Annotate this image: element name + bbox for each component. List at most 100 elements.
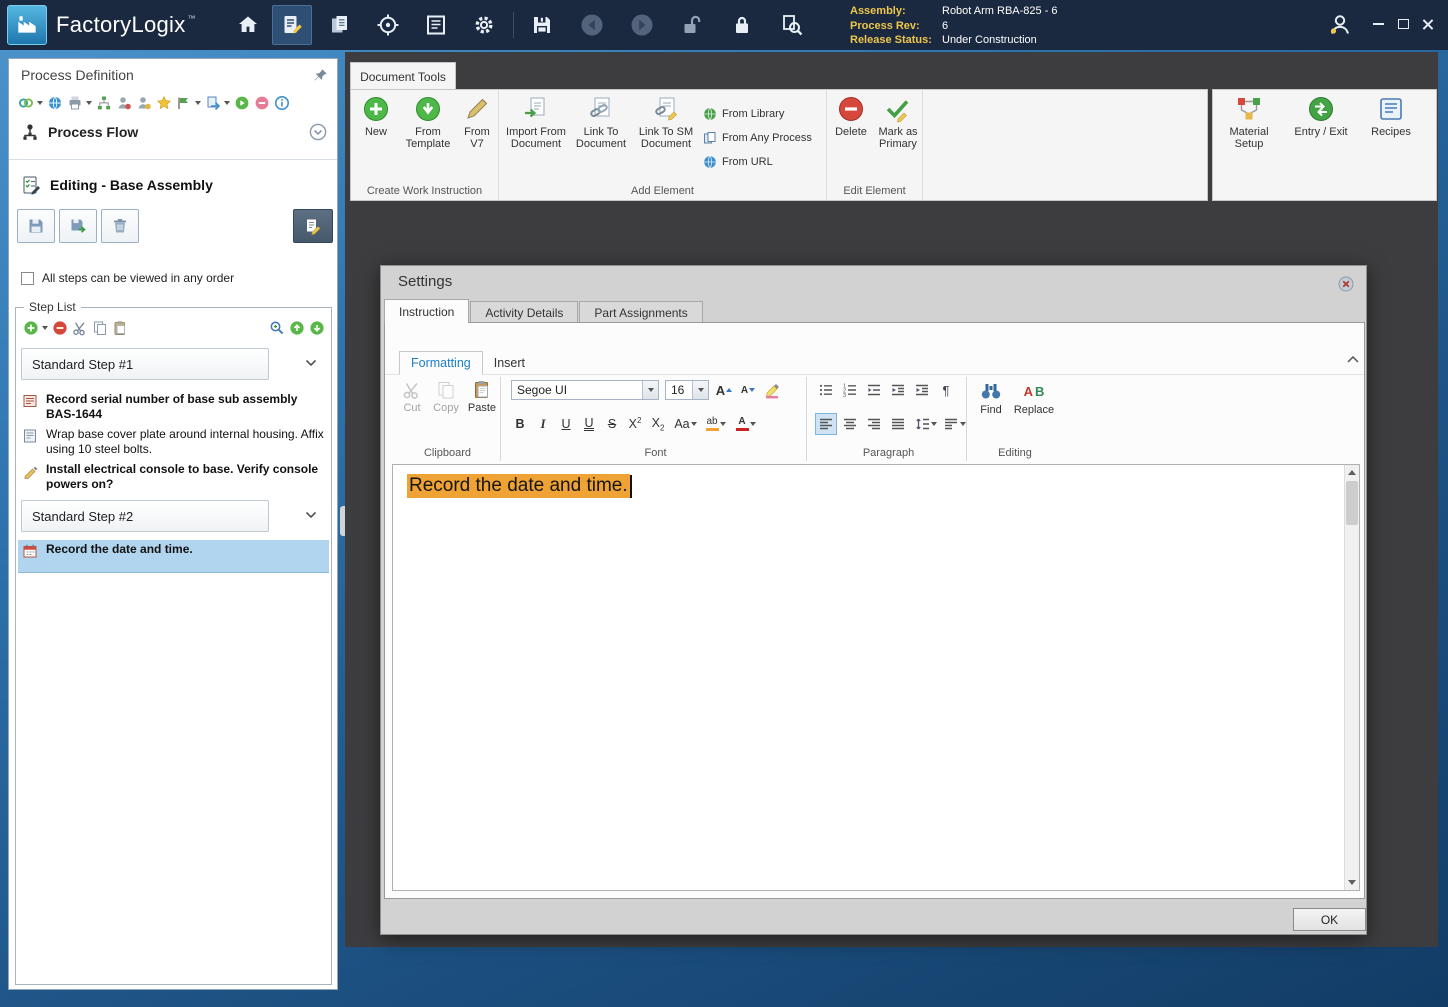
grow-font-button[interactable]: A — [713, 380, 735, 400]
dropdown-caret-icon[interactable] — [86, 101, 92, 105]
change-case-button[interactable]: Aa — [671, 413, 700, 435]
document-tools-tab[interactable]: Document Tools — [350, 62, 456, 90]
from-v7-button[interactable]: From V7 — [457, 95, 497, 150]
ok-button[interactable]: OK — [1293, 908, 1366, 931]
publish-web-icon[interactable] — [46, 95, 63, 112]
from-template-button[interactable]: From Template — [399, 95, 457, 150]
step-group-header-2[interactable]: Standard Step #2 — [21, 500, 269, 532]
favorite-star-icon[interactable] — [155, 95, 172, 112]
copy-button[interactable]: Copy — [429, 380, 463, 414]
edit-document-toggle[interactable] — [293, 209, 333, 243]
dialog-close-icon[interactable] — [1338, 276, 1354, 292]
show-marks-button[interactable]: ¶ — [935, 380, 957, 400]
paste-button[interactable]: Paste — [465, 380, 499, 414]
delete-step-button[interactable] — [101, 209, 139, 243]
settings-button[interactable] — [464, 5, 504, 45]
move-step-down-icon[interactable] — [308, 320, 325, 337]
checkbox-box[interactable] — [21, 272, 34, 285]
font-family-select[interactable]: Segoe UI — [511, 380, 659, 400]
travelers-button[interactable] — [320, 5, 360, 45]
tab-formatting[interactable]: Formatting — [399, 351, 483, 375]
tab-instruction[interactable]: Instruction — [384, 299, 469, 323]
align-right-button[interactable] — [863, 413, 885, 435]
lock-button[interactable] — [722, 5, 762, 45]
tab-insert[interactable]: Insert — [483, 351, 536, 375]
entry-exit-button[interactable]: Entry / Exit — [1287, 95, 1355, 138]
editor-scrollbar[interactable] — [1344, 465, 1359, 890]
save-button[interactable] — [522, 5, 562, 45]
cut-step-icon[interactable] — [71, 320, 88, 337]
dropdown-caret-icon[interactable] — [37, 101, 43, 105]
work-instructions-button[interactable] — [272, 5, 312, 45]
maximize-button[interactable] — [1392, 13, 1414, 35]
user-remove-icon[interactable] — [115, 95, 132, 112]
collapse-ribbon-icon[interactable] — [1347, 356, 1359, 363]
move-step-up-icon[interactable] — [288, 320, 305, 337]
scroll-up-icon[interactable] — [1345, 465, 1359, 480]
step-item-record-date-selected[interactable]: Record the date and time. — [18, 540, 329, 573]
highlighted-text[interactable]: Record the date and time. — [407, 474, 630, 498]
link-steps-icon[interactable] — [17, 95, 34, 112]
highlighter-button[interactable] — [761, 380, 785, 400]
new-button[interactable]: New — [355, 95, 397, 138]
add-step-caret-icon[interactable] — [42, 326, 48, 330]
chevron-down-icon[interactable] — [305, 511, 317, 519]
import-document-icon[interactable] — [204, 95, 221, 112]
stop-icon[interactable] — [253, 95, 270, 112]
shrink-font-button[interactable]: A — [737, 380, 759, 400]
from-library-button[interactable]: From Library — [703, 104, 784, 124]
scrollbar-thumb[interactable] — [1346, 481, 1358, 525]
close-button[interactable] — [1416, 13, 1438, 35]
cut-button[interactable]: Cut — [395, 380, 429, 414]
process-tree-icon[interactable] — [95, 95, 112, 112]
delete-element-button[interactable]: Delete — [829, 95, 873, 138]
pin-icon[interactable] — [314, 68, 328, 82]
font-color-button[interactable]: A — [731, 413, 760, 435]
double-underline-button[interactable]: U — [578, 413, 600, 435]
audit-search-button[interactable] — [772, 5, 812, 45]
increase-indent-button[interactable] — [911, 380, 933, 400]
tab-activity-details[interactable]: Activity Details — [470, 301, 578, 323]
step-item-record-serial[interactable]: Record serial number of base sub assembl… — [18, 390, 329, 424]
material-setup-button[interactable]: Material Setup — [1217, 95, 1281, 150]
mark-as-primary-button[interactable]: Mark as Primary — [875, 95, 921, 150]
print-icon[interactable] — [66, 95, 83, 112]
remove-step-icon[interactable] — [51, 320, 68, 337]
from-url-button[interactable]: From URL — [703, 152, 773, 172]
decrease-indent-button[interactable] — [887, 380, 909, 400]
font-size-select[interactable]: 16 — [665, 380, 709, 400]
info-icon[interactable] — [273, 95, 290, 112]
copy-step-icon[interactable] — [91, 320, 108, 337]
process-flow-row[interactable]: Process Flow — [21, 123, 138, 141]
paste-step-icon[interactable] — [111, 320, 128, 337]
start-icon[interactable] — [233, 95, 250, 112]
dropdown-caret-icon[interactable] — [224, 101, 230, 105]
import-from-document-button[interactable]: Import From Document — [505, 95, 567, 150]
link-to-sm-document-button[interactable]: Link To SM Document — [635, 95, 697, 150]
user-account-button[interactable] — [1320, 5, 1360, 45]
align-center-button[interactable] — [839, 413, 861, 435]
numbered-list-button[interactable]: 123 — [839, 380, 861, 400]
italic-button[interactable]: I — [532, 413, 554, 435]
strikethrough-button[interactable]: S — [601, 413, 623, 435]
find-button[interactable]: Find — [973, 380, 1009, 416]
underline-button[interactable]: U — [555, 413, 577, 435]
tab-part-assignments[interactable]: Part Assignments — [579, 301, 702, 323]
subscript-button[interactable]: X2 — [647, 413, 669, 435]
highlight-color-button[interactable]: ab — [701, 413, 730, 435]
superscript-button[interactable]: X2 — [624, 413, 646, 435]
align-left-button[interactable] — [815, 413, 837, 435]
combo-arrow-icon[interactable] — [642, 381, 658, 399]
import-button[interactable] — [59, 209, 97, 243]
bold-button[interactable]: B — [509, 413, 531, 435]
find-step-icon[interactable] — [268, 320, 285, 337]
back-button[interactable] — [572, 5, 612, 45]
home-button[interactable] — [228, 5, 268, 45]
minimize-button[interactable] — [1367, 13, 1389, 35]
reports-button[interactable] — [416, 5, 456, 45]
link-to-document-button[interactable]: Link To Document — [571, 95, 631, 150]
step-item-install-console[interactable]: Install electrical console to base. Veri… — [18, 460, 329, 494]
collapse-section-icon[interactable] — [309, 123, 327, 141]
add-step-icon[interactable] — [22, 320, 39, 337]
line-spacing-button[interactable] — [911, 413, 940, 435]
